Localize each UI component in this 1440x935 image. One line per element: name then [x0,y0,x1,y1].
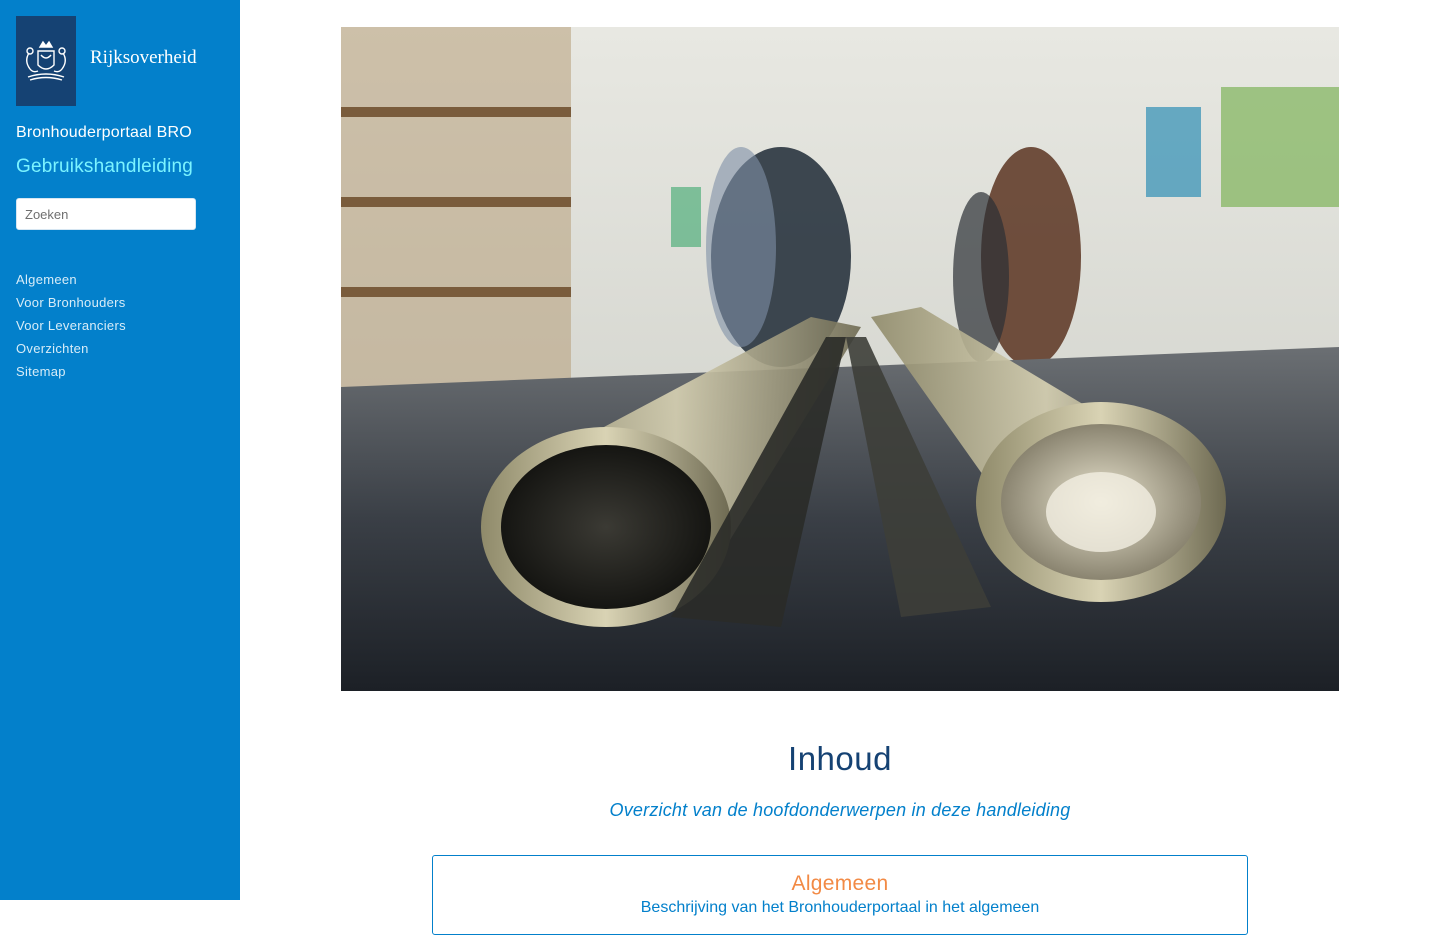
manual-title[interactable]: Gebruikshandleiding [16,156,224,178]
coat-of-arms-icon [16,16,76,106]
page-subtitle: Overzicht van de hoofdonderwerpen in dez… [609,800,1071,820]
main-content: Inhoud Overzicht van de hoofdonderwerpen… [240,0,1440,935]
topic-card-algemeen[interactable]: Algemeen Beschrijving van het Bronhouder… [432,855,1248,935]
nav-item-algemeen[interactable]: Algemeen [16,268,224,291]
portal-title[interactable]: Bronhouderportaal BRO [16,124,224,142]
search-input[interactable] [16,198,196,230]
sidebar-nav: Algemeen Voor Bronhouders Voor Leveranci… [16,268,224,383]
nav-item-voor-leveranciers[interactable]: Voor Leveranciers [16,314,224,337]
card-description: Beschrijving van het Bronhouderportaal i… [640,899,1040,916]
rijksoverheid-logo[interactable]: Rijksoverheid [16,16,224,106]
logo-text: Rijksoverheid [90,47,197,68]
soil-core-samples-photo [341,27,1339,691]
nav-item-sitemap[interactable]: Sitemap [16,360,224,383]
nav-item-voor-bronhouders[interactable]: Voor Bronhouders [16,291,224,314]
sidebar: Rijksoverheid Bronhouderportaal BRO Gebr… [0,0,240,900]
card-title[interactable]: Algemeen [433,872,1247,896]
page-title: Inhoud [788,740,892,777]
nav-item-overzichten[interactable]: Overzichten [16,337,224,360]
hero-image [341,27,1339,691]
